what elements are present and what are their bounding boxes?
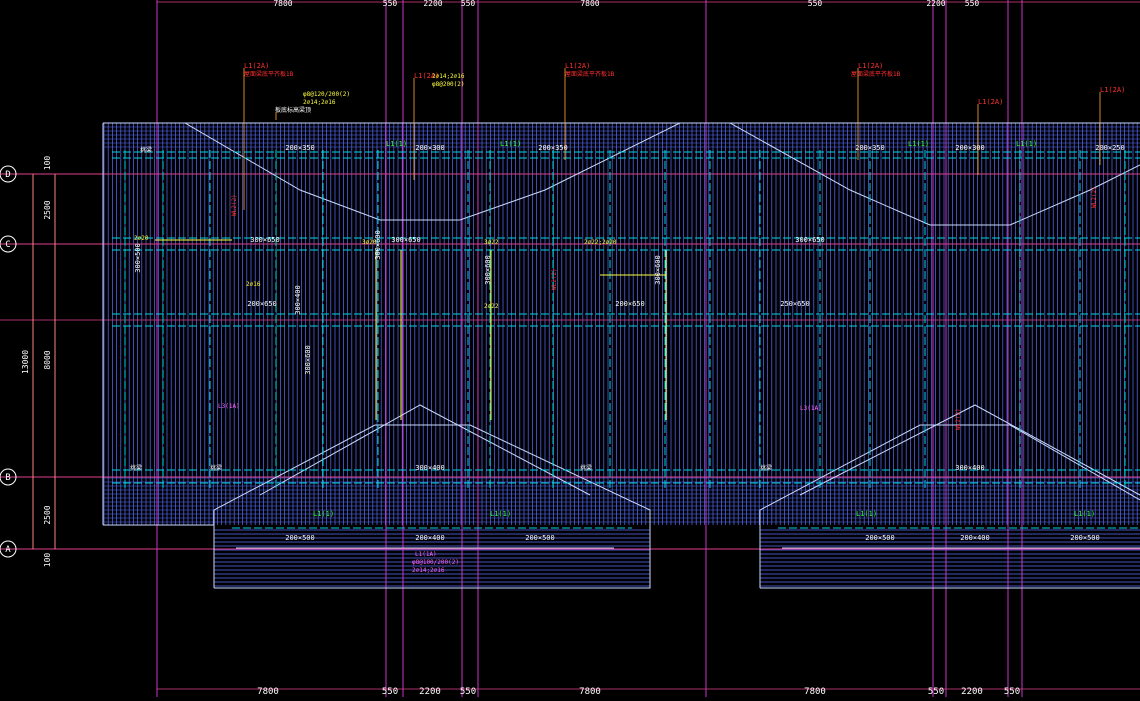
roof-framing-plan[interactable]: 7800 550 2200 550 7800 550 2200 550 7800 550 2200 5… [0,0,1140,697]
beam-tag-green: L1(1) [490,510,511,518]
dimension-top: 550 [383,0,398,8]
dimension-bottom: 7800 [804,687,826,697]
beam-note-magenta: L1(1A) [415,551,437,558]
reinforcement-note: φ8@120/200(2) [303,91,350,98]
beam-size-label: 200×400 [415,534,445,542]
note-white: 挑梁 [210,464,222,472]
axis-label-A: A [5,545,11,555]
beam-tag-red: WL2(2) [955,408,962,430]
beam-size-label: 300×500 [134,243,142,273]
beam-tag-red: WL2(2) [551,268,558,290]
beam-note-magenta: L3(1A) [800,405,822,412]
beam-size-label: 300×400 [294,285,302,315]
dimension-bottom: 550 [460,687,476,697]
dimension-top: 550 [965,0,980,8]
beam-note-red: 屋面梁底平齐板1B [244,70,294,78]
dimension-bottom: 550 [382,687,398,697]
beam-note-red: 屋面梁底平齐板1B [565,70,615,78]
dimension-left: 2500 [43,505,52,524]
reinforcement-note: 2⌀14;2⌀16 [303,99,336,106]
beam-size-label: 200×500 [1070,534,1100,542]
dimension-bottom: 2200 [419,687,441,697]
dimension-top: 7800 [273,0,292,8]
axis-bubbles: D C B A [0,165,17,558]
beam-tag-red: L1(2A) [858,62,883,70]
dimension-left: 100 [43,553,52,568]
reinforcement-note: 2⌀20 [134,235,149,242]
reinforcement-note: 2⌀14;2⌀16 [432,73,465,80]
beam-size-label: 300×400 [415,464,445,472]
note-white: 挑梁 [760,464,772,472]
dimension-left: 2500 [43,200,52,219]
dimension-bottom: 550 [928,687,944,697]
beam-tag-red: L1(2A) [978,98,1003,106]
note-white: 挑梁 [580,464,592,472]
beam-note-magenta: φ8@100/200(2) [412,559,459,566]
note-white: 挑梁 [140,146,152,154]
beam-size-label: 200×500 [285,534,315,542]
beam-size-label: 300×650 [250,236,280,244]
axis-label-D: D [5,170,10,180]
beam-size-label: 300×650 [795,236,825,244]
reinforcement-note: 2⌀16 [246,281,261,288]
reinforcement-note: 2⌀22;2⌀20 [584,239,617,246]
note-white: 挑梁 [130,464,142,472]
dimension-top: 2200 [926,0,945,8]
beam-size-label: 200×500 [525,534,555,542]
roof-wing-outline [759,424,1140,588]
dimension-bottom: 7800 [579,687,601,697]
beam-size-label: 200×650 [615,300,645,308]
dimension-bottom: 2200 [961,687,983,697]
beam-size-label: 300×600 [304,345,312,375]
beam-tag-green: L1(1) [908,140,929,148]
beam-note-red: 屋面梁底平齐板1B [851,70,901,78]
beam-tag-red: WL2(2) [1091,186,1098,208]
beam-size-label: 200×500 [865,534,895,542]
beam-size-label: 200×350 [285,144,315,152]
beam-size-label: 200×300 [955,144,985,152]
beam-tag-green: L1(1) [856,510,877,518]
beam-size-label: 200×300 [415,144,445,152]
roof-hatch-layer [103,123,1140,587]
beam-size-label: 200×350 [855,144,885,152]
beam-tag-red: L1(2A) [244,62,269,70]
reinforcement-note: 3⌀20 [362,239,377,246]
beam-note-magenta: L3(1A) [218,403,240,410]
beam-size-label: 200×350 [538,144,568,152]
beam-size-label: 300×650 [391,236,421,244]
beam-size-label: 300×400 [955,464,985,472]
dimension-left: 13000 [21,350,30,374]
beam-size-label: 200×400 [960,534,990,542]
beam-tag-red: WL2(2) [231,194,238,216]
dimension-top: 2200 [423,0,442,8]
reinforcement-note: 2⌀22 [484,303,499,310]
dimension-top: 550 [461,0,476,8]
dimension-bottom: 550 [1004,687,1020,697]
cad-drawing-canvas[interactable]: 7800 550 2200 550 7800 550 2200 550 7800 550 2200 5… [0,0,1140,697]
reinforcement-note: φ8@200(2) [432,81,465,88]
note-white: 板底标高梁顶 [275,106,311,114]
dimension-top: 550 [808,0,823,8]
beam-tag-green: L1(1) [500,140,521,148]
dimension-left: 100 [43,156,52,171]
beam-tag-red: L1(2A) [565,62,590,70]
dimension-bottom: 7800 [257,687,279,697]
beam-tag-green: L1(1) [313,510,334,518]
beam-size-label: 200×650 [247,300,277,308]
dimension-left: 8000 [43,350,52,369]
beam-size-label: 250×650 [780,300,810,308]
beam-tag-green: L1(1) [1016,140,1037,148]
reinforcement-note: 3⌀22 [484,239,499,246]
dimension-top: 7800 [580,0,599,8]
axis-label-B: B [5,473,10,483]
beam-size-label: 300×600 [484,255,492,285]
beam-tag-red: L1(2A) [1100,86,1125,94]
beam-size-label: 300×600 [654,255,662,285]
axis-label-C: C [5,240,10,250]
beam-tag-green: L1(1) [1074,510,1095,518]
beam-note-magenta: 2⌀14;2⌀16 [412,567,445,574]
ridge-line [799,404,1140,496]
beam-tag-green: L1(1) [386,140,407,148]
